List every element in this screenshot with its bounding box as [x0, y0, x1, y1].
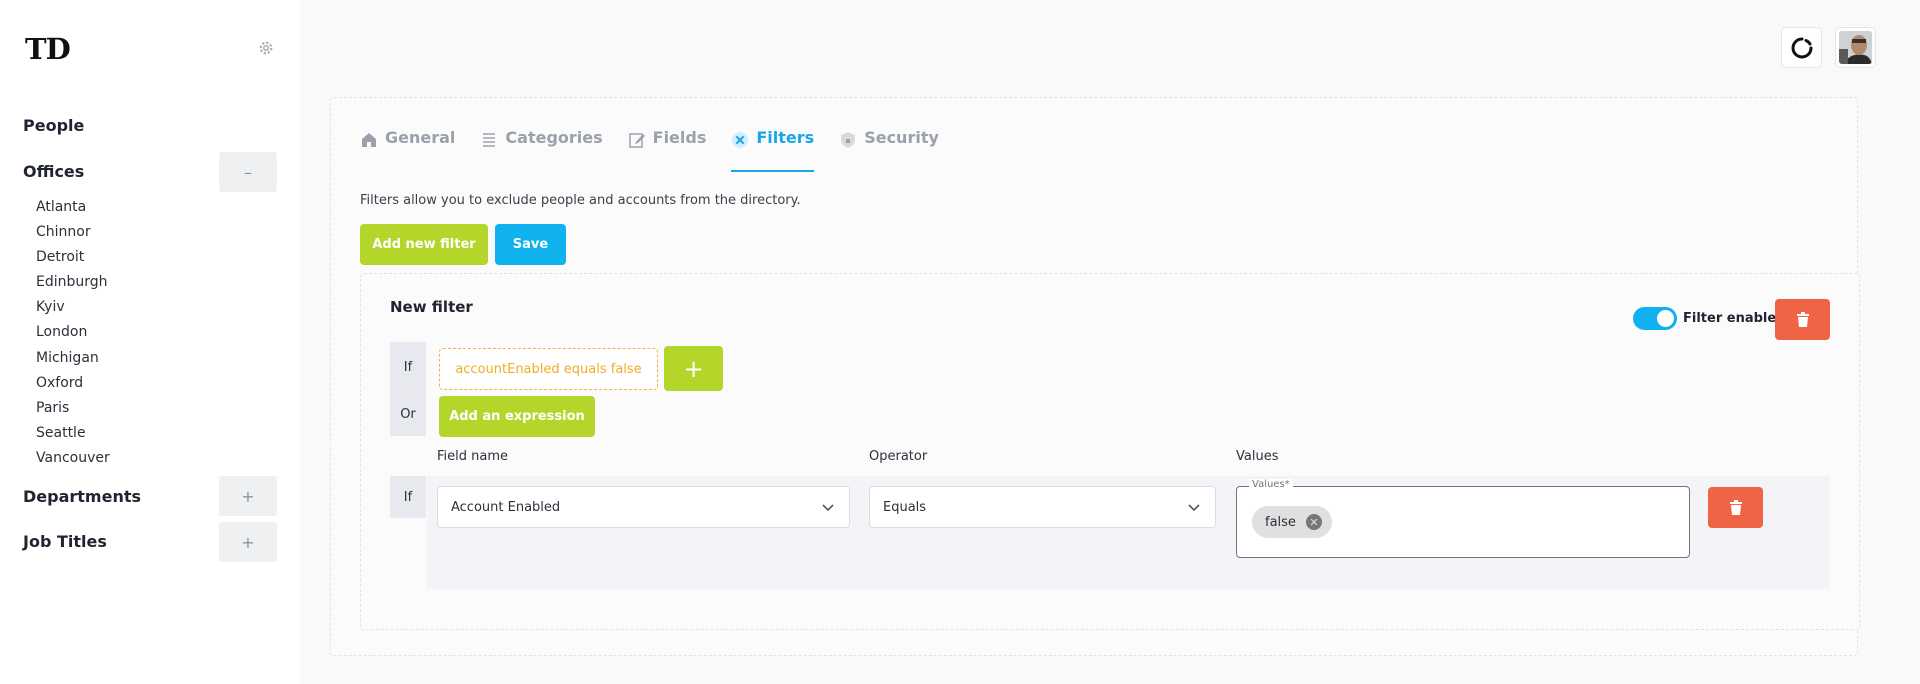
sidebar-item-departments[interactable]: Departments: [23, 487, 141, 506]
operator-column-label: Operator: [869, 449, 928, 464]
filters-description: Filters allow you to exclude people and …: [360, 193, 801, 208]
gear-icon[interactable]: [257, 39, 275, 57]
office-list-item[interactable]: Edinburgh: [36, 270, 110, 295]
field-name-value: Account Enabled: [451, 499, 561, 515]
tab-categories-label: Categories: [505, 128, 603, 147]
sidebar-item-job-titles[interactable]: Job Titles: [23, 532, 107, 551]
office-list-item[interactable]: Vancouver: [36, 446, 110, 471]
values-column-label: Values: [1236, 449, 1279, 464]
add-condition-button[interactable]: +: [664, 346, 723, 391]
sidebar-item-people[interactable]: People: [23, 116, 84, 135]
tab-general[interactable]: General: [360, 128, 455, 172]
office-list-item[interactable]: Michigan: [36, 346, 110, 371]
trash-icon: [1796, 312, 1809, 327]
refresh-icon: [1791, 37, 1812, 58]
filter-enabled-label: Filter enabled: [1683, 311, 1786, 326]
tab-filters-label: Filters: [756, 128, 815, 147]
tab-general-label: General: [385, 128, 456, 147]
shield-icon: [839, 131, 857, 149]
field-name-column-label: Field name: [437, 449, 509, 464]
or-label: Or: [390, 392, 426, 436]
value-tag: false ✕: [1252, 506, 1332, 538]
add-expression-button[interactable]: Add an expression: [439, 396, 595, 437]
office-list-item[interactable]: Paris: [36, 396, 110, 421]
delete-expression-button[interactable]: [1708, 487, 1763, 528]
chevron-down-icon: [822, 504, 834, 512]
home-icon: [360, 131, 378, 149]
office-list-item[interactable]: Oxford: [36, 371, 110, 396]
trash-icon: [1729, 500, 1742, 515]
office-list-item[interactable]: Chinnor: [36, 220, 110, 245]
avatar: [1839, 31, 1872, 64]
user-avatar-button[interactable]: [1835, 27, 1876, 68]
tab-filters[interactable]: Filters: [731, 128, 815, 172]
refresh-button[interactable]: [1781, 27, 1822, 68]
delete-filter-button[interactable]: [1775, 299, 1830, 340]
operator-value: Equals: [883, 499, 927, 515]
tab-security-label: Security: [864, 128, 939, 147]
list-icon: [480, 131, 498, 149]
office-list-item[interactable]: Kyiv: [36, 295, 110, 320]
offices-collapse-button[interactable]: –: [219, 152, 277, 192]
departments-expand-button[interactable]: +: [219, 476, 277, 516]
toggle-knob: [1657, 310, 1674, 327]
values-legend: Values*: [1249, 479, 1293, 490]
app-logo: TD: [25, 32, 71, 66]
edit-icon: [628, 131, 646, 149]
if-label: If: [390, 342, 426, 392]
save-button[interactable]: Save: [495, 224, 566, 265]
add-new-filter-button[interactable]: Add new filter: [360, 224, 488, 265]
filter-enabled-toggle[interactable]: [1633, 307, 1677, 330]
chevron-down-icon: [1188, 504, 1200, 512]
job-titles-expand-button[interactable]: +: [219, 522, 277, 562]
tab-fields-label: Fields: [652, 128, 707, 147]
office-list-item[interactable]: Atlanta: [36, 195, 110, 220]
office-list-item[interactable]: Detroit: [36, 245, 110, 270]
sidebar: TD People Offices – Atlanta Chinnor Detr…: [0, 0, 300, 684]
office-list: Atlanta Chinnor Detroit Edinburgh Kyiv L…: [36, 195, 110, 471]
filter-title: New filter: [390, 298, 473, 316]
sidebar-item-offices[interactable]: Offices: [23, 162, 84, 181]
row-if-label: If: [390, 476, 426, 518]
value-tag-label: false: [1265, 514, 1296, 530]
field-name-select[interactable]: Account Enabled: [437, 486, 850, 528]
office-list-item[interactable]: London: [36, 320, 110, 345]
tab-categories[interactable]: Categories: [480, 128, 603, 172]
filter-x-icon: [731, 131, 749, 149]
expression-chip[interactable]: accountEnabled equals false: [439, 348, 658, 390]
tab-fields[interactable]: Fields: [628, 128, 707, 172]
operator-select[interactable]: Equals: [869, 486, 1216, 528]
tab-security[interactable]: Security: [839, 128, 939, 172]
office-list-item[interactable]: Seattle: [36, 421, 110, 446]
remove-tag-icon[interactable]: ✕: [1305, 514, 1322, 530]
settings-tabs: General Categories Fields Filters Securi…: [360, 128, 964, 172]
